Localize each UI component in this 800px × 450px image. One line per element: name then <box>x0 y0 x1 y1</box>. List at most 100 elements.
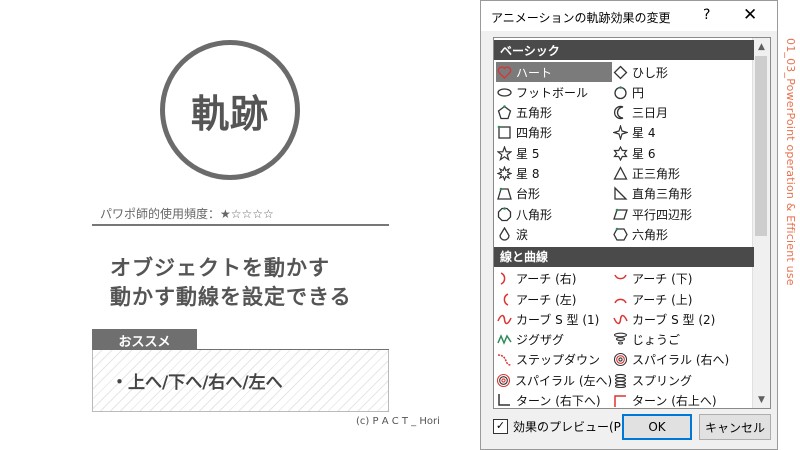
step-down-icon <box>496 352 512 368</box>
star6-icon <box>612 145 628 161</box>
motion-path-label: ジグザグ <box>516 333 565 348</box>
parallelogram-icon <box>612 206 628 222</box>
motion-path-label: スパイラル (左へ) <box>515 373 613 388</box>
star5-icon <box>496 145 512 161</box>
motion-path-item[interactable]: 直角三角形 <box>612 184 752 204</box>
heart-icon <box>496 64 512 80</box>
s-curve-1-icon <box>496 311 512 327</box>
motion-path-item[interactable]: 星 6 <box>612 143 752 163</box>
motion-path-label: スプリング <box>632 373 693 388</box>
motion-path-item[interactable]: ひし形 <box>612 62 752 82</box>
motion-path-item[interactable]: 六角形 <box>612 224 752 244</box>
motion-path-list[interactable]: ▲ ▼ ベーシック ハート ひし形 フットボール 円五角形 三日月 四角形 星 4 星 5 星 6… <box>493 37 771 409</box>
motion-path-item[interactable]: 星 4 <box>612 123 752 143</box>
motion-path-label: ターン (右上へ) <box>632 394 717 408</box>
motion-path-label: スパイラル (右へ) <box>632 353 730 368</box>
motion-path-item[interactable]: 五角形 <box>496 103 612 123</box>
triangle-icon <box>612 166 628 182</box>
right-triangle-icon <box>612 186 628 202</box>
motion-path-item[interactable]: カーブ S 型 (1) <box>496 309 612 329</box>
cancel-button[interactable]: キャンセル <box>699 414 771 440</box>
scroll-thumb[interactable] <box>755 56 767 236</box>
scroll-up-icon[interactable]: ▲ <box>753 38 770 55</box>
ok-button[interactable]: OK <box>622 414 692 440</box>
motion-path-item[interactable]: 三日月 <box>612 103 752 123</box>
zigzag-icon <box>496 332 512 348</box>
motion-path-item[interactable]: アーチ (右) <box>496 269 612 289</box>
motion-path-item[interactable]: アーチ (左) <box>496 289 612 309</box>
motion-path-item[interactable]: スパイラル (右へ) <box>612 350 752 370</box>
dialog-titlebar: アニメーションの軌跡効果の変更 ? ✕ <box>481 1 777 31</box>
turn-down-right-icon <box>496 393 512 409</box>
octagon-icon <box>496 206 512 222</box>
motion-path-label: ひし形 <box>632 65 669 80</box>
motion-path-label: 正三角形 <box>632 167 681 181</box>
star8-icon <box>496 166 512 182</box>
motion-path-label: 六角形 <box>632 227 669 242</box>
circle-icon <box>612 84 628 100</box>
motion-path-item[interactable]: カーブ S 型 (2) <box>612 309 752 329</box>
motion-path-label: フットボール <box>516 85 589 100</box>
motion-path-label: 直角三角形 <box>632 187 693 202</box>
motion-path-label: アーチ (左) <box>516 292 577 307</box>
motion-path-label: 星 5 <box>516 146 540 161</box>
motion-path-item[interactable]: ジグザグ <box>496 330 612 350</box>
scrollbar[interactable]: ▲ ▼ <box>752 38 770 408</box>
motion-path-label: アーチ (下) <box>632 272 693 287</box>
motion-path-label: 円 <box>632 85 645 100</box>
title-circle: 軌跡 <box>160 40 300 180</box>
motion-path-item[interactable]: ターン (右下へ) <box>496 391 612 409</box>
square-icon <box>496 125 512 141</box>
credit: (c) P A C T _ Hori <box>356 416 440 427</box>
motion-path-item[interactable]: ハート <box>496 62 612 82</box>
section-header: 線と曲線 <box>494 246 754 267</box>
spiral-right-icon <box>612 352 628 368</box>
close-icon[interactable]: ✕ <box>743 5 757 25</box>
motion-path-item[interactable]: 正三角形 <box>612 164 752 184</box>
motion-path-item[interactable]: アーチ (下) <box>612 269 752 289</box>
motion-path-item[interactable]: ターン (右上へ) <box>612 391 752 408</box>
main-line-1: オブジェクトを動かす <box>110 256 330 280</box>
motion-path-item[interactable]: 星 5 <box>496 143 612 163</box>
motion-path-label: 五角形 <box>516 106 553 121</box>
motion-path-item[interactable]: 四角形 <box>496 123 612 143</box>
motion-path-item[interactable]: 台形 <box>496 184 612 204</box>
motion-path-item[interactable]: ステップダウン <box>496 350 612 370</box>
motion-path-label: 四角形 <box>516 126 553 141</box>
circle-title: 軌跡 <box>190 91 269 136</box>
diamond-icon <box>612 64 628 80</box>
arc-right-icon <box>496 271 512 287</box>
motion-path-item[interactable]: 平行四辺形 <box>612 204 752 224</box>
motion-path-item[interactable]: アーチ (上) <box>612 289 752 309</box>
divider <box>92 224 389 226</box>
motion-path-label: ターン (右下へ) <box>516 394 601 408</box>
motion-path-item[interactable]: フットボール <box>496 82 612 102</box>
funnel-icon <box>612 332 628 348</box>
arc-down-icon <box>612 271 628 287</box>
spiral-left-icon <box>496 372 511 388</box>
motion-path-item[interactable]: 涙 <box>496 224 612 244</box>
motion-path-item[interactable]: じょうご <box>612 330 752 350</box>
arc-up-icon <box>612 291 628 307</box>
motion-path-label: 星 4 <box>632 126 656 141</box>
motion-path-label: 台形 <box>516 187 541 202</box>
motion-path-item[interactable]: スパイラル (左へ) <box>496 370 612 390</box>
main-description: オブジェクトを動かす 動かす動線を設定できる <box>110 254 352 312</box>
usage-frequency: パワポ師的使用頻度：★☆☆☆☆ <box>100 207 274 221</box>
motion-path-label: 涙 <box>516 227 529 242</box>
motion-path-item[interactable]: 円 <box>612 82 752 102</box>
motion-path-item[interactable]: 八角形 <box>496 204 612 224</box>
recommend-tag: おススメ <box>92 329 197 351</box>
recommend-box: ・上へ/下へ/右へ/左へ <box>92 350 389 412</box>
motion-path-label: カーブ S 型 (2) <box>632 312 716 327</box>
preview-checkbox[interactable]: ✓ 効果のプレビュー(P) <box>493 418 626 435</box>
help-button[interactable]: ? <box>703 7 710 23</box>
motion-path-label: 星 8 <box>516 167 540 181</box>
motion-path-item[interactable]: 星 8 <box>496 164 612 184</box>
crescent-icon <box>612 105 628 121</box>
checkbox-icon[interactable]: ✓ <box>493 419 508 434</box>
pentagon-icon <box>496 105 512 121</box>
dialog-title: アニメーションの軌跡効果の変更 <box>491 11 671 25</box>
scroll-down-icon[interactable]: ▼ <box>753 391 770 408</box>
motion-path-item[interactable]: スプリング <box>612 370 752 390</box>
